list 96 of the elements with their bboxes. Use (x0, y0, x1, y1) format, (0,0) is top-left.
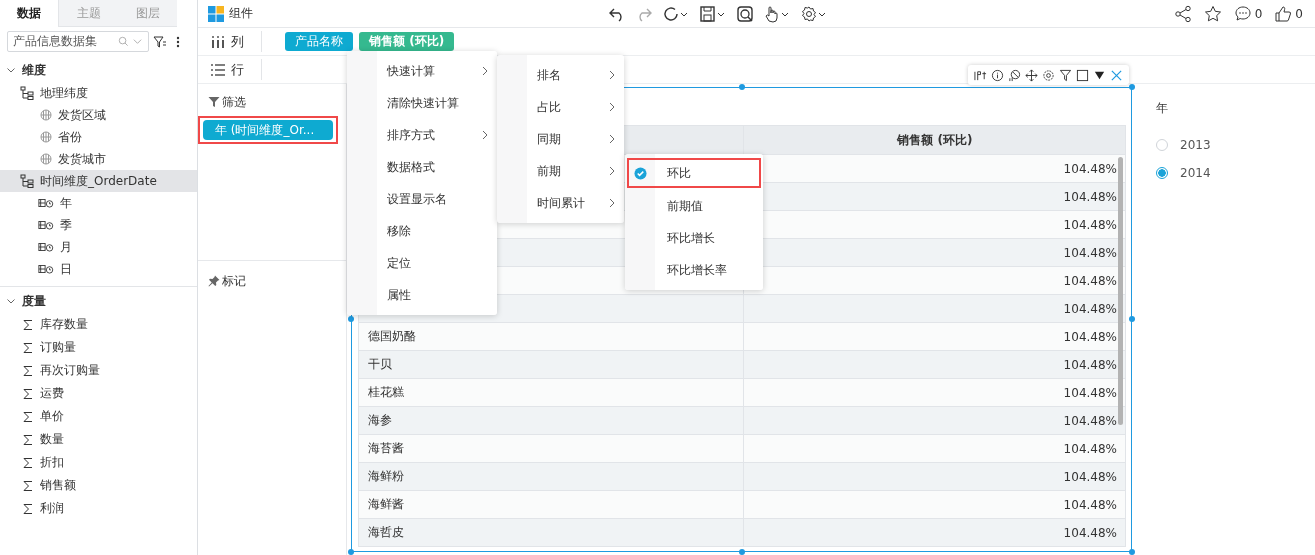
sigma-icon (22, 433, 34, 446)
tree-item[interactable]: 发货区域 (0, 104, 197, 126)
menu-item[interactable]: 前期值 (627, 190, 761, 222)
columns-icon (211, 34, 225, 49)
table-cell-text: 104.48% (1062, 160, 1118, 178)
shelf-label: 行 (231, 60, 244, 79)
like-button[interactable]: 0 (1274, 4, 1303, 23)
sigma-icon (22, 341, 34, 354)
radio-option[interactable]: 2013 (1156, 131, 1211, 159)
hand-dropdown-icon[interactable] (763, 4, 791, 23)
table-cell-text: 104.48% (1062, 440, 1118, 458)
tree-item[interactable]: 年 (0, 192, 197, 214)
menu-item[interactable]: 快速计算 (347, 55, 497, 87)
linkage-icon[interactable] (1008, 68, 1021, 82)
radio-icon[interactable] (1156, 167, 1168, 179)
settings-icon[interactable] (1042, 68, 1055, 82)
tree-item[interactable]: 订购量 (0, 336, 197, 359)
tree-item[interactable]: 日 (0, 258, 197, 280)
sigma-icon (22, 364, 34, 377)
preview-icon[interactable] (736, 4, 754, 23)
globe-icon (40, 153, 52, 165)
section-title: 筛选 (222, 93, 246, 111)
table-cell-text: 104.48% (1062, 412, 1118, 430)
tree-item[interactable]: 再次订购量 (0, 359, 197, 382)
menu-item[interactable]: 占比 (497, 91, 624, 123)
dataset-select[interactable]: 产品信息数据集 (7, 31, 149, 52)
info-icon[interactable] (991, 68, 1004, 82)
sigma-icon (22, 387, 34, 400)
share-icon[interactable] (1173, 4, 1192, 23)
table-cell-text: 104.48% (1062, 272, 1118, 290)
table-cell-text: 104.48% (1062, 328, 1118, 346)
rows-icon (211, 62, 225, 77)
tree-item[interactable]: 折扣 (0, 451, 197, 474)
filter-icon (208, 96, 220, 108)
sigma-icon (22, 318, 34, 331)
star-icon[interactable] (1203, 4, 1222, 23)
panel-title: 组件 (229, 5, 253, 22)
pin-icon (208, 275, 220, 287)
chevron-down-icon (132, 36, 143, 47)
tree-item[interactable]: 省份 (0, 126, 197, 148)
table-cell-text: 104.48% (1062, 468, 1118, 486)
tree-item[interactable]: 月 (0, 236, 197, 258)
filter-icon[interactable] (153, 34, 167, 49)
menu-item[interactable]: 同期 (497, 123, 624, 155)
menu-item[interactable]: 时间累计 (497, 187, 624, 219)
chevron-icon[interactable] (6, 296, 16, 306)
tree-item[interactable]: 运费 (0, 382, 197, 405)
table-cell-text: 104.48% (1062, 384, 1118, 402)
sigma-icon (22, 456, 34, 469)
table-cell-text: 104.48% (1062, 188, 1118, 206)
globe-icon (40, 131, 52, 143)
chart-switch-icon[interactable] (974, 68, 987, 82)
tree-item[interactable]: 发货城市 (0, 148, 197, 170)
table-cell-text: 104.48% (1062, 496, 1118, 514)
hierarchy-icon (20, 174, 34, 188)
chevron-icon[interactable] (6, 65, 16, 75)
table-cell: 海哲皮 (359, 519, 744, 546)
globe-icon (40, 109, 52, 121)
sigma-icon (22, 479, 34, 492)
section-title: 标记 (222, 272, 246, 290)
tree-item[interactable]: 利润 (0, 497, 197, 520)
filter-title: 年 (1156, 100, 1169, 117)
sigma-icon (22, 410, 34, 423)
tree-item[interactable]: 库存数量 (0, 313, 197, 336)
settings-dropdown-icon[interactable] (800, 4, 828, 23)
menu-item[interactable]: 环比增长率 (627, 254, 761, 286)
grid-logo-icon (208, 5, 224, 22)
section-title: 维度 (22, 61, 46, 79)
menu-item[interactable]: 前期 (497, 155, 624, 187)
table-cell-text: 104.48% (1062, 216, 1118, 234)
tree-item[interactable]: 数量 (0, 428, 197, 451)
section-title: 度量 (22, 292, 46, 310)
column-header: 销售额 (环比) (896, 131, 974, 149)
save-dropdown-icon[interactable] (699, 4, 727, 23)
sigma-icon (22, 502, 34, 515)
tree-item[interactable]: 销售额 (0, 474, 197, 497)
menu-item[interactable]: 环比增长 (627, 222, 761, 254)
table-cell-text: 104.48% (1062, 524, 1118, 542)
maximize-icon[interactable] (1076, 68, 1089, 82)
radio-option[interactable]: 2014 (1156, 159, 1211, 187)
filter-icon[interactable] (1059, 68, 1072, 82)
refresh-dropdown-icon[interactable] (662, 4, 690, 23)
table-cell-text: 104.48% (1062, 356, 1118, 374)
shelf-label: 列 (231, 32, 244, 51)
comment-button[interactable]: 0 (1233, 4, 1263, 23)
move-icon[interactable] (1025, 68, 1038, 82)
hierarchy-icon (20, 86, 34, 100)
tree-item[interactable]: 季 (0, 214, 197, 236)
tree-item[interactable]: 单价 (0, 405, 197, 428)
table-cell-text: 104.48% (1062, 300, 1118, 318)
tree-item[interactable]: 时间维度_OrderDate (0, 170, 197, 192)
tree-item[interactable]: 地理纬度 (0, 82, 197, 104)
search-icon (118, 36, 129, 47)
table-cell-text: 104.48% (1062, 244, 1118, 262)
menu-item[interactable]: 环比 (627, 158, 761, 188)
scrollbar[interactable] (1118, 157, 1123, 425)
